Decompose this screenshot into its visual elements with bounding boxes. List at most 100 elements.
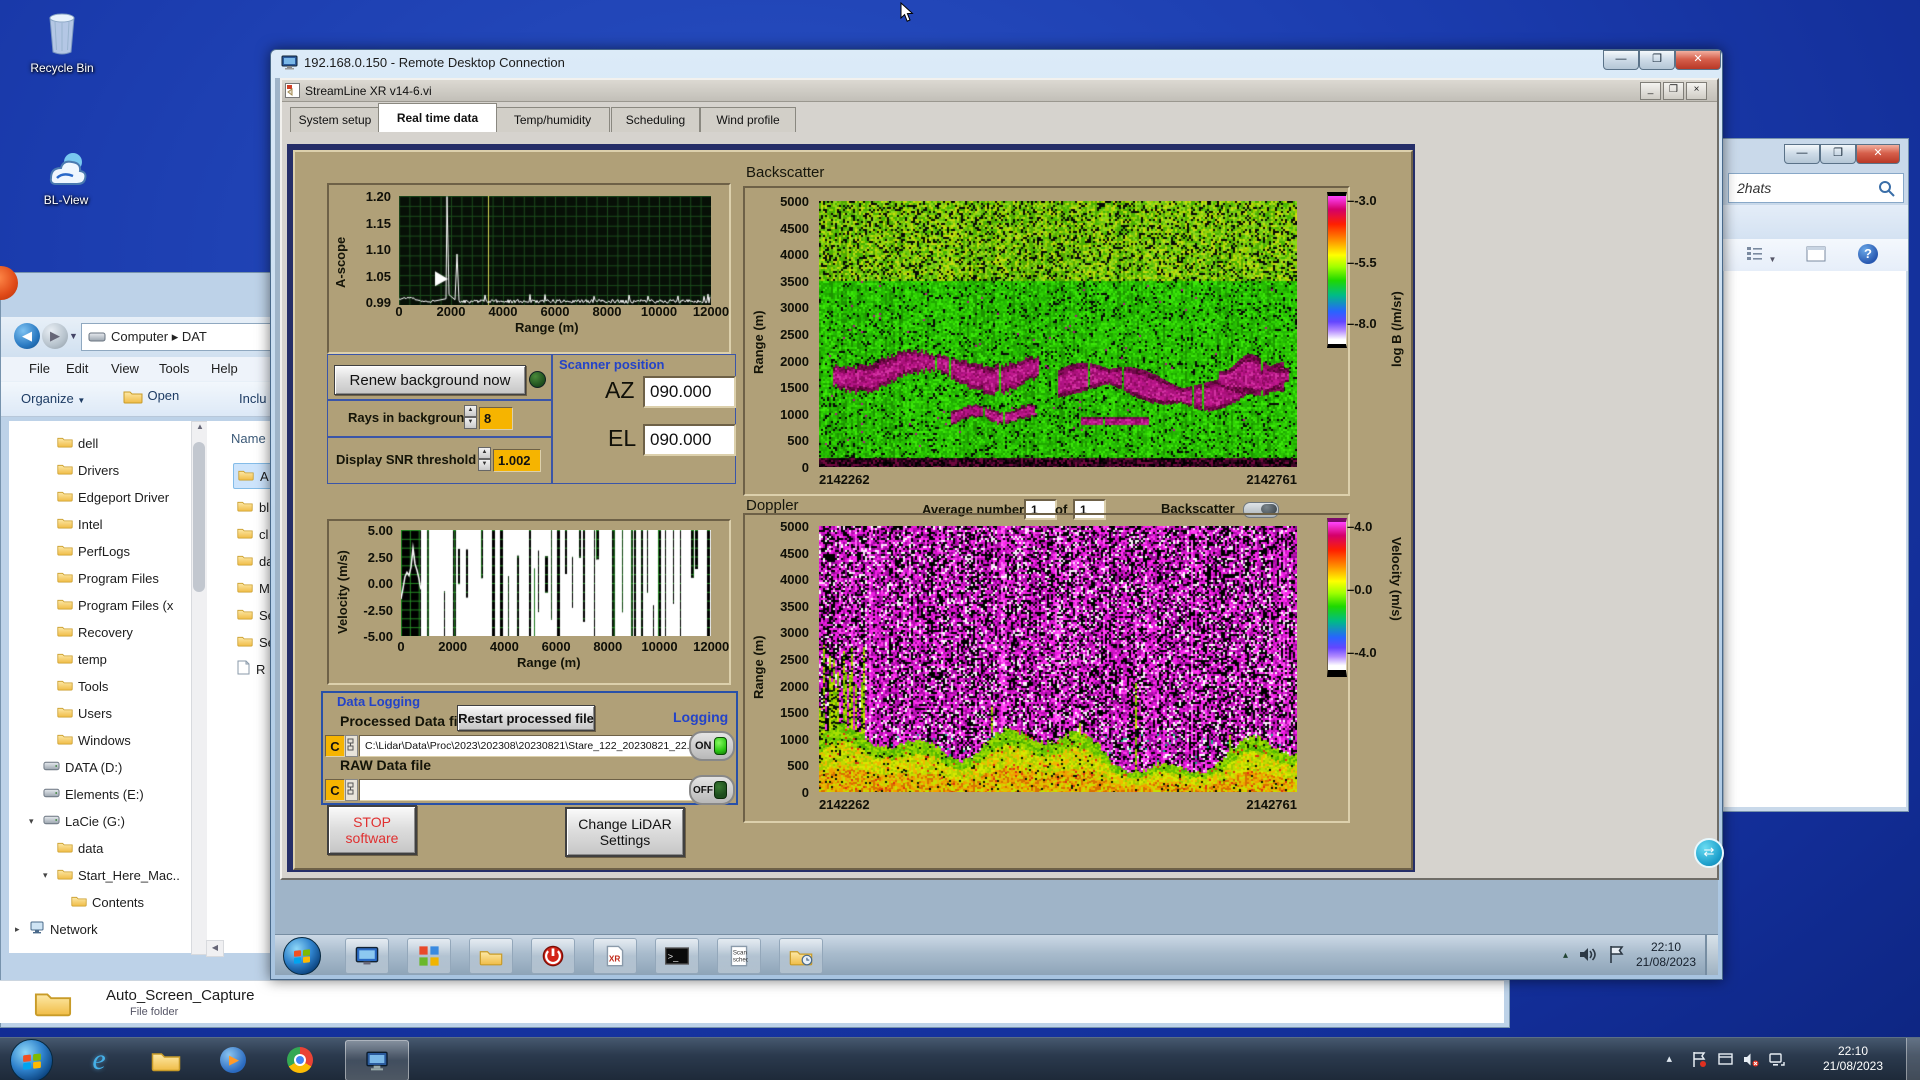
minimize-button[interactable]: _ xyxy=(1640,81,1661,100)
remote-taskbar-item-grid-app[interactable] xyxy=(407,938,451,974)
remote-show-desktop-button[interactable] xyxy=(1705,935,1718,975)
rays-stepper[interactable]: ▲ ▼ xyxy=(464,405,477,429)
tree-item-drivers[interactable]: Drivers xyxy=(9,458,189,482)
forward-button[interactable]: ▶ xyxy=(42,323,68,349)
scrollbar-up-icon[interactable]: ▲ xyxy=(192,422,208,437)
organize-button[interactable]: Organize ▼ xyxy=(21,391,85,406)
tree-item-recovery[interactable]: Recovery xyxy=(9,620,189,644)
show-hidden-icons[interactable]: ▴ xyxy=(1666,1052,1672,1065)
tree-item-tools[interactable]: Tools xyxy=(9,674,189,698)
host-clock[interactable]: 22:10 21/08/2023 xyxy=(1810,1044,1896,1074)
taskbar-item-ie[interactable]: e xyxy=(72,1040,126,1079)
volume-icon[interactable] xyxy=(1579,946,1598,963)
column-header-name[interactable]: Name xyxy=(231,431,266,446)
tree-item-windows[interactable]: Windows xyxy=(9,728,189,752)
raw-drive-button[interactable]: C xyxy=(325,779,345,801)
show-desktop-button[interactable] xyxy=(1906,1038,1920,1080)
restore-button[interactable]: ❐ xyxy=(1663,81,1684,100)
expand-arrow-icon[interactable]: ▾ xyxy=(43,870,55,881)
tree-item-temp[interactable]: temp xyxy=(9,647,189,671)
rays-value-field[interactable]: 8 xyxy=(479,407,513,430)
processed-logging-toggle[interactable]: ON xyxy=(689,731,735,761)
close-button[interactable]: ✕ xyxy=(1856,144,1900,164)
back-button[interactable]: ◀ xyxy=(14,323,40,349)
close-button[interactable]: ✕ xyxy=(1675,50,1721,70)
tab-temp-humidity[interactable]: Temp/humidity xyxy=(495,107,610,132)
minimize-button[interactable]: — xyxy=(1603,50,1639,70)
restart-processed-button[interactable]: Restart processed file xyxy=(457,705,595,731)
tray-window-icon[interactable] xyxy=(1716,1050,1734,1068)
az-value-field[interactable]: 090.000 xyxy=(643,376,736,408)
recent-pages-dropdown-icon[interactable]: ▼ xyxy=(69,331,78,341)
minimize-button[interactable]: — xyxy=(1784,144,1820,164)
remote-taskbar-item-console-app[interactable]: >_ xyxy=(655,938,699,974)
expand-arrow-icon[interactable]: ▸ xyxy=(15,924,27,935)
renew-background-button[interactable]: Renew background now xyxy=(334,365,526,395)
tree-item-program-files[interactable]: Program Files xyxy=(9,566,189,590)
tree-item-elements-e-[interactable]: Elements (E:) xyxy=(9,782,189,806)
menu-item-edit[interactable]: Edit xyxy=(66,361,88,376)
raw-path-field[interactable] xyxy=(359,779,694,801)
tree-item-start-here-mac-[interactable]: ▾ Start_Here_Mac.. xyxy=(9,863,189,887)
tree-item-intel[interactable]: Intel xyxy=(9,512,189,536)
taskbar-item-explorer[interactable] xyxy=(139,1040,193,1079)
processed-path-field[interactable]: C:\Lidar\Data\Proc\2023\202308\20230821\… xyxy=(359,735,704,757)
desktop-icon-bl-view[interactable]: BL-View xyxy=(18,148,114,207)
search-input[interactable]: 2hats xyxy=(1728,173,1904,203)
change-lidar-settings-button[interactable]: Change LiDAR Settings xyxy=(565,807,685,857)
streamline-titlebar[interactable]: StreamLine XR v14-6.vi _ ❐ × xyxy=(282,80,1717,102)
menu-item-view[interactable]: View xyxy=(111,361,139,376)
remote-clock[interactable]: 22:10 21/08/2023 xyxy=(1628,940,1704,970)
remote-support-tray-icon[interactable]: ⇄ xyxy=(1694,838,1724,868)
remote-taskbar-item-power-app[interactable] xyxy=(531,938,575,974)
tray-volume-icon[interactable] xyxy=(1742,1050,1760,1068)
tab-real-time-data[interactable]: Real time data xyxy=(378,103,497,132)
remote-taskbar-item-display-app[interactable] xyxy=(345,938,389,974)
menu-item-help[interactable]: Help xyxy=(211,361,238,376)
menu-item-tools[interactable]: Tools xyxy=(159,361,189,376)
processed-drive-button[interactable]: C xyxy=(325,735,345,757)
start-button[interactable] xyxy=(10,1039,53,1080)
tab-scheduling[interactable]: Scheduling xyxy=(611,107,700,132)
path-browse-icon[interactable] xyxy=(345,735,358,757)
snr-value-field[interactable]: 1.002 xyxy=(493,449,541,472)
tray-flag-icon[interactable] xyxy=(1690,1050,1708,1068)
scrollbar-thumb[interactable] xyxy=(193,442,205,592)
snr-stepper[interactable]: ▲ ▼ xyxy=(478,447,491,471)
change-view-button[interactable]: ▼ xyxy=(1746,246,1776,267)
maximize-button[interactable]: ❐ xyxy=(1820,144,1856,164)
stop-software-button[interactable]: STOP software xyxy=(327,805,417,855)
rdp-titlebar[interactable]: 192.168.0.150 - Remote Desktop Connectio… xyxy=(281,55,565,70)
el-value-field[interactable]: 090.000 xyxy=(643,424,736,456)
tree-item-dell[interactable]: dell xyxy=(9,431,189,455)
search-icon[interactable] xyxy=(1878,180,1895,197)
tray-network-icon[interactable] xyxy=(1768,1050,1786,1068)
remote-taskbar-item-xr-doc-app[interactable]: XR xyxy=(593,938,637,974)
tree-item-data[interactable]: data xyxy=(9,836,189,860)
tree-item-perflogs[interactable]: PerfLogs xyxy=(9,539,189,563)
tree-item-edgeport-driver[interactable]: Edgeport Driver xyxy=(9,485,189,509)
menu-item-file[interactable]: File xyxy=(29,361,50,376)
preview-pane-button[interactable] xyxy=(1806,246,1826,267)
remote-taskbar-item-folder2-app[interactable] xyxy=(779,938,823,974)
remote-start-button[interactable] xyxy=(283,937,321,975)
path-browse-icon[interactable] xyxy=(345,779,358,801)
tree-item-data-d-[interactable]: DATA (D:) xyxy=(9,755,189,779)
desktop-icon-recycle-bin[interactable]: Recycle Bin xyxy=(14,8,110,75)
help-button[interactable]: ? xyxy=(1858,244,1878,264)
tree-item-users[interactable]: Users xyxy=(9,701,189,725)
close-button[interactable]: × xyxy=(1686,81,1707,100)
tree-item-lacie-g-[interactable]: ▾ LaCie (G:) xyxy=(9,809,189,833)
taskbar-item-rdp-active[interactable] xyxy=(345,1040,409,1080)
taskbar-item-chrome[interactable] xyxy=(273,1040,327,1079)
expand-arrow-icon[interactable]: ▾ xyxy=(29,816,41,827)
tab-system-setup[interactable]: System setup xyxy=(290,107,380,132)
tree-item-program-files-x[interactable]: Program Files (x xyxy=(9,593,189,617)
show-hidden-icons[interactable]: ▴ xyxy=(1563,950,1568,961)
include-in-library-button[interactable]: Inclu xyxy=(239,391,266,406)
tab-wind-profile[interactable]: Wind profile xyxy=(700,107,796,132)
taskbar-item-media-player[interactable]: ▶ xyxy=(206,1040,260,1079)
action-center-flag-icon[interactable] xyxy=(1608,945,1624,964)
open-button[interactable]: Open xyxy=(123,388,179,409)
raw-logging-toggle[interactable]: OFF xyxy=(689,775,735,805)
